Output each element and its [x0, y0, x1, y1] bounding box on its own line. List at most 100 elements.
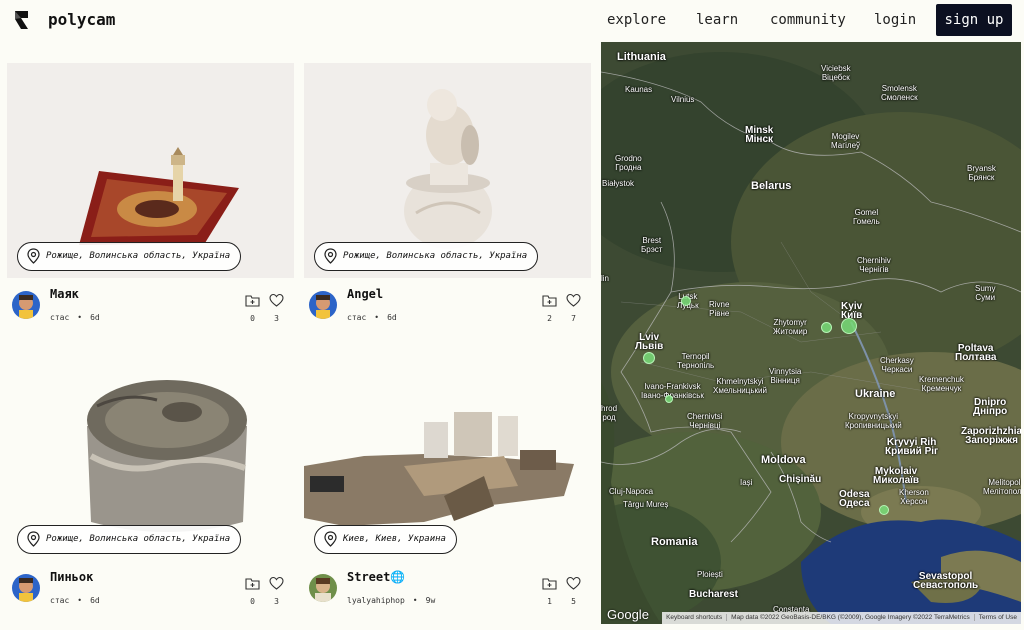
- location-text: Рожище, Волинська область, Україна: [343, 251, 528, 261]
- username[interactable]: стас: [347, 313, 366, 322]
- map-label: Ternopil Тернопiль: [677, 352, 715, 370]
- map-label: Bryansk Брянск: [967, 164, 996, 182]
- add-to-collection-icon[interactable]: [245, 293, 260, 308]
- map-label: Mogilev Магiлеў: [831, 132, 861, 150]
- map-label: hrod род: [601, 404, 618, 422]
- add-to-collection-icon[interactable]: [542, 576, 557, 591]
- location-pin-icon: [27, 531, 40, 547]
- capture-marker[interactable]: [821, 322, 832, 333]
- map-attribution: Keyboard shortcuts Map data ©2022 GeoBasi…: [662, 612, 1021, 624]
- map-label: Białystok: [602, 179, 635, 188]
- capture-thumbnail[interactable]: Киев, Киев, Украина: [304, 346, 591, 561]
- map-label: Lithuania: [617, 51, 666, 63]
- top-nav: polycam explore learn community login si…: [0, 0, 1024, 42]
- map-label: Bucharest: [689, 589, 738, 600]
- capture-marker[interactable]: [681, 296, 691, 306]
- heart-icon[interactable]: [269, 293, 284, 308]
- map-label: Chernihiv Чернiгiв: [857, 256, 891, 274]
- capture-title[interactable]: Пиньок: [50, 570, 93, 584]
- capture-title[interactable]: Street🌐: [347, 570, 405, 584]
- like-count: 3: [274, 314, 279, 323]
- capture-thumbnail[interactable]: Рожище, Волинська область, Україна: [304, 63, 591, 278]
- capture-thumbnail[interactable]: Рожище, Волинська область, Україна: [7, 346, 294, 561]
- map-label: Khmelnytskyi Хмельницький: [713, 377, 767, 395]
- avatar[interactable]: [12, 574, 40, 602]
- collection-count: 0: [250, 597, 255, 606]
- location-text: Киев, Киев, Украина: [343, 534, 446, 544]
- map-label: Rivne Рiвне: [709, 300, 730, 318]
- map-label: Moldova: [761, 454, 806, 466]
- avatar[interactable]: [12, 291, 40, 319]
- map-label: lin: [601, 274, 610, 283]
- location-tag[interactable]: Рожище, Волинська область, Україна: [17, 525, 242, 554]
- location-text: Рожище, Волинська область, Україна: [46, 534, 231, 544]
- heart-icon[interactable]: [566, 576, 581, 591]
- capture-marker[interactable]: [879, 505, 889, 515]
- nav-login[interactable]: login: [874, 12, 916, 28]
- map-label: Kremenchuk Кременчук: [919, 375, 964, 393]
- add-to-collection-icon[interactable]: [245, 576, 260, 591]
- terms-link[interactable]: Terms of Use: [973, 614, 1021, 621]
- map-label: Ploiești: [697, 570, 723, 579]
- map-label: Vilnius: [671, 95, 695, 104]
- map-label: Cherkasy Черкаси: [880, 356, 914, 374]
- map-label: Lviv Львiв: [635, 332, 664, 352]
- location-tag[interactable]: Рожище, Волинська область, Україна: [314, 242, 539, 271]
- capture-meta: стас • 6d: [50, 313, 100, 322]
- capture-marker[interactable]: [841, 318, 857, 334]
- capture-meta: стас • 6d: [347, 313, 397, 322]
- collection-count: 1: [547, 597, 552, 606]
- map-label: Chișinău: [779, 474, 822, 485]
- nav-community[interactable]: community: [770, 12, 846, 28]
- map-label: Brest Брэст: [641, 236, 663, 254]
- location-text: Рожище, Волинська область, Україна: [46, 251, 231, 261]
- capture-marker[interactable]: [643, 352, 655, 364]
- map-label: Minsk Мiнск: [745, 125, 774, 145]
- polycam-logo-icon[interactable]: [12, 9, 32, 31]
- map-label: Dnipro Днiпро: [973, 397, 1008, 417]
- keyboard-shortcuts-link[interactable]: Keyboard shortcuts: [662, 614, 726, 621]
- capture-title[interactable]: Маяк: [50, 287, 79, 301]
- map-label: Iași: [740, 478, 753, 487]
- capture-card: Рожище, Волинська область, Україна Пиньо…: [7, 346, 294, 630]
- username[interactable]: стас: [50, 313, 69, 322]
- signup-button[interactable]: sign up: [936, 4, 1012, 36]
- map-label: Vinnytsia Вiнниця: [769, 367, 802, 385]
- location-pin-icon: [27, 248, 40, 264]
- nav-learn[interactable]: learn: [696, 12, 738, 28]
- avatar[interactable]: [309, 291, 337, 319]
- capture-meta: lyalyahiphop • 9w: [347, 596, 436, 605]
- capture-map[interactable]: Lithuania Kaunas Vilnius Viciebsk Вiцебс…: [601, 42, 1021, 624]
- nav-explore[interactable]: explore: [607, 12, 666, 28]
- capture-marker[interactable]: [665, 395, 673, 403]
- location-pin-icon: [324, 248, 337, 264]
- capture-age: 9w: [425, 596, 436, 605]
- location-tag[interactable]: Киев, Киев, Украина: [314, 525, 457, 554]
- collection-count: 2: [547, 314, 552, 323]
- map-data-text: Map data ©2022 GeoBasis-DE/BKG (©2009), …: [726, 614, 974, 621]
- map-label: Melitopol Мелiтополь: [983, 478, 1021, 496]
- location-tag[interactable]: Рожище, Волинська область, Україна: [17, 242, 242, 271]
- capture-thumbnail[interactable]: Рожище, Волинська область, Україна: [7, 63, 294, 278]
- map-label: Smolensk Смоленск: [881, 84, 918, 102]
- map-label: Odesa Одеса: [839, 489, 870, 509]
- map-label: Zaporizhzhia Запорiжжя: [961, 426, 1021, 446]
- brand-name[interactable]: polycam: [48, 10, 115, 29]
- map-label: Kropyvnytskyi Кропивницький: [845, 412, 902, 430]
- like-count: 5: [571, 597, 576, 606]
- map-label: Gomel Гомель: [853, 208, 880, 226]
- username[interactable]: lyalyahiphop: [347, 596, 405, 605]
- map-label: Viciebsk Вiцебск: [821, 64, 851, 82]
- capture-title[interactable]: Angel: [347, 287, 383, 301]
- map-label: Sumy Суми: [975, 284, 996, 302]
- heart-icon[interactable]: [269, 576, 284, 591]
- map-label: Mykolaiv Миколаїв: [873, 466, 920, 486]
- avatar[interactable]: [309, 574, 337, 602]
- heart-icon[interactable]: [566, 293, 581, 308]
- map-label: Târgu Mureș: [623, 500, 669, 509]
- map-label: Romania: [651, 536, 698, 548]
- google-logo[interactable]: Google: [607, 607, 649, 622]
- username[interactable]: стас: [50, 596, 69, 605]
- map-label: Ukraine: [855, 388, 896, 400]
- add-to-collection-icon[interactable]: [542, 293, 557, 308]
